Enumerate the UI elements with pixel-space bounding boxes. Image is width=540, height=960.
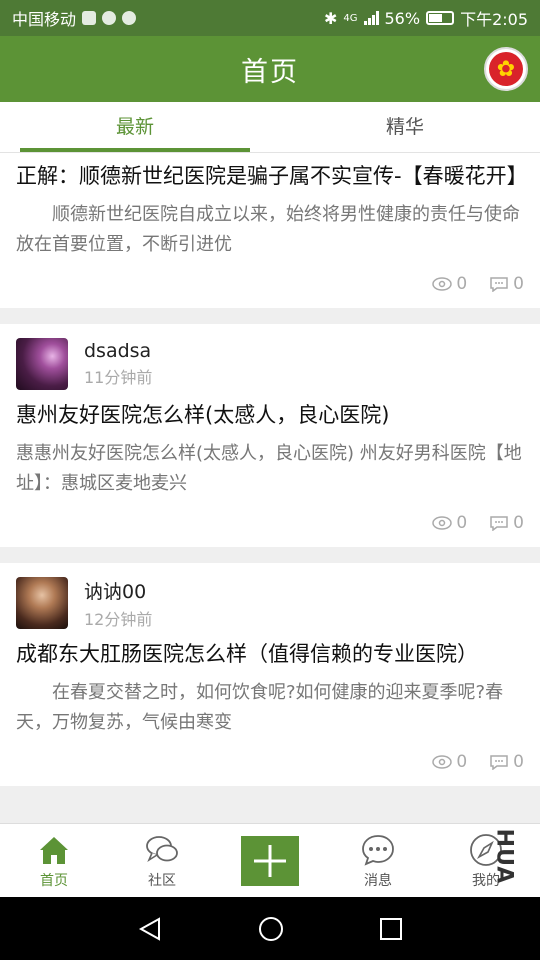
wechat-icon xyxy=(122,11,137,25)
post-card[interactable]: dsadsa 11分钟前 惠州友好医院怎么样(太感人，良心医院) 惠惠州友好医院… xyxy=(0,324,540,547)
plus-icon xyxy=(254,844,286,877)
nav-mine[interactable]: 我的 xyxy=(432,824,540,897)
eye-icon xyxy=(432,755,453,769)
view-count: 0 xyxy=(432,752,467,772)
comment-icon xyxy=(490,277,508,292)
post-title: 惠州友好医院怎么样(太感人，良心医院) xyxy=(16,403,390,427)
tab-featured[interactable]: 精华 xyxy=(270,102,540,152)
nav-messages-label: 消息 xyxy=(364,872,392,889)
post-author: dsadsa 11分钟前 xyxy=(16,324,524,390)
post-title: 成都东大肛肠医院怎么样（值得信赖的专业医院） xyxy=(16,642,478,666)
bottom-nav: 首页 社区 消息 我的 HUA xyxy=(0,823,540,897)
view-count-value: 0 xyxy=(456,513,468,533)
author-name: dsadsa xyxy=(84,340,152,362)
author-name: 讷讷00 xyxy=(84,580,147,603)
nav-community-label: 社区 xyxy=(148,872,176,889)
comment-count: 0 xyxy=(489,513,524,533)
nav-home-label: 首页 xyxy=(40,872,68,889)
carrier-label: 中国移动 xyxy=(12,10,77,29)
view-count-value: 0 xyxy=(456,752,468,772)
post-stats: 0 0 xyxy=(16,274,524,294)
avatar[interactable] xyxy=(16,577,68,629)
post-time: 11分钟前 xyxy=(84,368,153,387)
comment-count: 0 xyxy=(489,752,524,772)
home-icon xyxy=(40,836,68,864)
post-time: 12分钟前 xyxy=(84,609,153,629)
p-notification-icon xyxy=(102,11,117,25)
app-notification-icon xyxy=(82,11,97,25)
post-feed[interactable]: 正解：顺德新世纪医院是骗子属不实宣传-【春暖花开】 顺德新世纪医院自成立以来，始… xyxy=(0,153,540,823)
tab-latest[interactable]: 最新 xyxy=(0,102,270,152)
nav-home[interactable]: 首页 xyxy=(0,824,108,897)
post-card[interactable]: 讷讷00 12分钟前 成都东大肛肠医院怎么样（值得信赖的专业医院） 在春夏交替之… xyxy=(0,563,540,786)
nav-add[interactable] xyxy=(216,824,324,897)
tab-bar: 最新 精华 xyxy=(0,102,540,153)
network-label: 4G xyxy=(343,12,358,24)
signal-icon xyxy=(363,11,379,25)
system-nav-bar xyxy=(0,897,540,960)
watermark-text: HUA xyxy=(491,828,517,885)
clock: 下午2:05 xyxy=(460,10,528,29)
post-title: 正解：顺德新世纪医院是骗子属不实宣传-【春暖花开】 xyxy=(16,164,528,188)
comment-count: 0 xyxy=(489,274,524,294)
post-author: 讷讷00 12分钟前 xyxy=(16,563,524,629)
comment-count-value: 0 xyxy=(513,513,524,533)
battery-percent: 56% xyxy=(384,8,421,28)
comment-icon xyxy=(490,755,508,770)
profile-avatar-button[interactable]: ✿ xyxy=(484,47,528,91)
post-summary: 惠惠州友好医院怎么样(太感人，良心医院) 州友好男科医院【地址】：惠城区麦地麦兴 xyxy=(16,443,522,494)
post-stats: 0 0 xyxy=(16,752,524,772)
add-post-button[interactable] xyxy=(241,835,299,886)
chat-bubbles-icon xyxy=(146,835,178,862)
bluetooth-icon: ✱ xyxy=(323,8,338,28)
battery-icon xyxy=(426,11,455,25)
screen: 中国移动 ✱ 4G 56% 下午2:05 首页 ✿ 最新 精华 正解：顺德新世纪 xyxy=(0,0,540,960)
view-count: 0 xyxy=(432,274,467,294)
post-summary: 顺德新世纪医院自成立以来，始终将男性健康的责任与使命放在首要位置，不断引进优 xyxy=(16,204,520,255)
recents-icon[interactable] xyxy=(379,917,403,941)
status-bar: 中国移动 ✱ 4G 56% 下午2:05 xyxy=(0,0,540,36)
comment-count-value: 0 xyxy=(513,752,524,772)
view-count: 0 xyxy=(432,513,467,533)
view-count-value: 0 xyxy=(456,274,468,294)
comment-count-value: 0 xyxy=(513,274,524,294)
post-card[interactable]: 正解：顺德新世纪医院是骗子属不实宣传-【春暖花开】 顺德新世纪医院自成立以来，始… xyxy=(0,153,540,308)
nav-community[interactable]: 社区 xyxy=(108,824,216,897)
message-icon xyxy=(362,834,394,866)
app-header: 首页 ✿ xyxy=(0,36,540,102)
avatar[interactable] xyxy=(16,338,68,390)
eye-icon xyxy=(432,516,453,530)
post-stats: 0 0 xyxy=(16,513,524,533)
post-summary: 在春夏交替之时，如何饮食呢?如何健康的迎来夏季呢?春天，万物复苏，气候由寒变 xyxy=(16,682,504,733)
eye-icon xyxy=(432,277,453,291)
flower-avatar-icon: ✿ xyxy=(489,52,523,86)
comment-icon xyxy=(490,516,508,531)
nav-messages[interactable]: 消息 xyxy=(324,824,432,897)
page-title: 首页 xyxy=(241,56,299,88)
back-icon[interactable] xyxy=(137,916,163,942)
home-circle-icon[interactable] xyxy=(258,916,284,942)
